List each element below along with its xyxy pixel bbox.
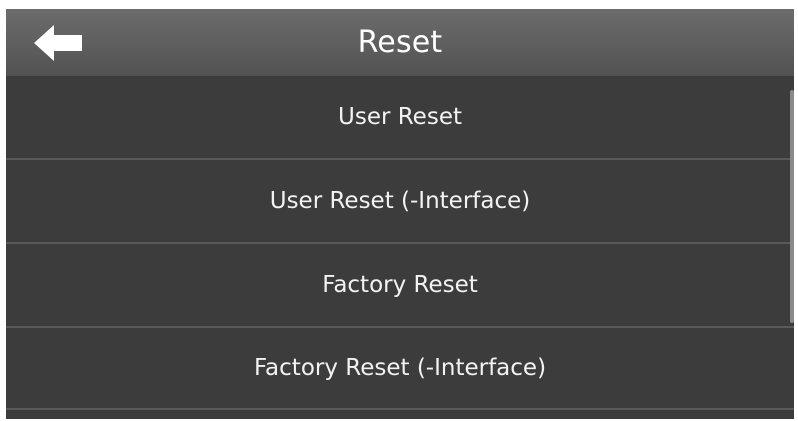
back-button[interactable]: [6, 9, 110, 76]
menu-item-user-reset[interactable]: User Reset: [6, 76, 794, 160]
header-bar: Reset: [6, 9, 794, 76]
menu-item-factory-reset[interactable]: Factory Reset: [6, 244, 794, 328]
page-title: Reset: [357, 25, 443, 60]
menu-item-factory-reset-interface[interactable]: Factory Reset (-Interface): [6, 328, 794, 410]
menu-item-user-reset-interface[interactable]: User Reset (-Interface): [6, 160, 794, 244]
left-arrow-icon: [34, 24, 82, 61]
reset-options-list: User Reset User Reset (-Interface) Facto…: [6, 76, 794, 410]
scrollbar[interactable]: [790, 90, 794, 323]
reset-screen: Reset User Reset User Reset (-Interface)…: [6, 9, 794, 419]
